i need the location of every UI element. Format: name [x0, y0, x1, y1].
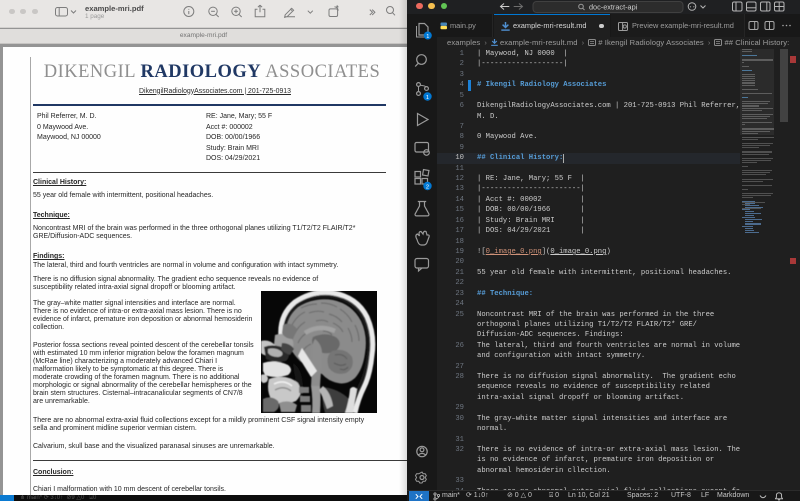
svg-text:2: 2	[426, 185, 429, 191]
svg-text:doc-extract-api: doc-extract-api	[589, 2, 638, 11]
svg-text:1: 1	[426, 34, 429, 40]
svg-text:1: 1	[426, 95, 429, 101]
